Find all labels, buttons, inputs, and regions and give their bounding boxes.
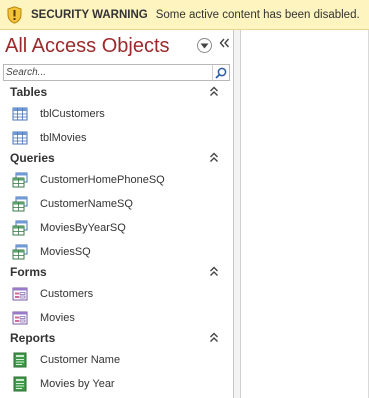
nav-item-moviesbyyearsq[interactable]: MoviesByYearSQ — [0, 217, 234, 239]
nav-item-movies-by-year-report[interactable]: Movies by Year — [0, 373, 234, 395]
double-chevron-up-icon[interactable] — [209, 86, 219, 97]
security-warning-title: SECURITY WARNING — [31, 8, 148, 21]
nav-item-label: MoviesSQ — [40, 246, 91, 258]
query-icon — [12, 196, 28, 212]
report-icon — [12, 352, 28, 368]
group-header-reports[interactable]: Reports — [0, 328, 234, 348]
nav-item-label: tblCustomers — [40, 108, 105, 120]
nav-item-customernamesq[interactable]: CustomerNameSQ — [0, 193, 234, 215]
nav-item-moviessq[interactable]: MoviesSQ — [0, 241, 234, 263]
nav-item-tblcustomers[interactable]: tblCustomers — [0, 103, 234, 125]
group-label: Reports — [10, 331, 56, 345]
nav-item-label: MoviesByYearSQ — [40, 222, 126, 234]
nav-search-box[interactable] — [3, 64, 230, 81]
nav-item-label: Movies — [40, 312, 75, 324]
nav-item-label: Customers — [40, 288, 94, 300]
query-icon — [12, 172, 28, 188]
query-icon — [12, 244, 28, 260]
chevron-down-icon — [200, 43, 209, 48]
double-chevron-up-icon[interactable] — [209, 332, 219, 343]
nav-item-movies-form[interactable]: Movies — [0, 307, 234, 329]
group-header-tables[interactable]: Tables — [0, 82, 234, 102]
double-chevron-up-icon[interactable] — [209, 152, 219, 163]
nav-item-label: CustomerNameSQ — [40, 198, 133, 210]
table-icon — [12, 106, 28, 122]
group-header-forms[interactable]: Forms — [0, 262, 234, 282]
nav-item-label: CustomerHomePhoneSQ — [40, 174, 165, 186]
security-warning-text: Some active content has been disabled. — [155, 8, 360, 21]
nav-item-label: Movies by Year — [40, 378, 115, 390]
nav-item-label: Customer Name — [40, 354, 121, 366]
double-chevron-left-icon — [219, 38, 229, 48]
nav-pane-menu-button[interactable] — [197, 38, 212, 53]
form-icon — [12, 286, 28, 302]
group-label: Forms — [10, 265, 47, 279]
group-header-queries[interactable]: Queries — [0, 148, 234, 168]
security-warning-bar: SECURITY WARNING Some active content has… — [0, 0, 369, 30]
report-icon — [12, 376, 28, 392]
nav-pane-header[interactable]: All Access Objects — [0, 30, 234, 64]
search-input[interactable] — [4, 65, 212, 80]
search-icon — [215, 67, 227, 79]
group-label: Tables — [10, 85, 48, 99]
search-button[interactable] — [212, 65, 229, 80]
nav-item-tblmovies[interactable]: tblMovies — [0, 127, 234, 149]
query-icon — [12, 220, 28, 236]
nav-pane-title[interactable]: All Access Objects — [5, 35, 170, 58]
document-workspace — [241, 30, 369, 398]
nav-pane-splitter[interactable] — [234, 30, 241, 398]
shield-warning-icon — [7, 5, 22, 24]
nav-item-label: tblMovies — [40, 132, 87, 144]
navigation-pane: All Access Objects Tables tblCustomer — [0, 30, 234, 398]
nav-item-customerhomephonesq[interactable]: CustomerHomePhoneSQ — [0, 169, 234, 191]
double-chevron-up-icon[interactable] — [209, 266, 219, 277]
table-icon — [12, 130, 28, 146]
group-label: Queries — [10, 151, 55, 165]
nav-item-customer-name-report[interactable]: Customer Name — [0, 349, 234, 371]
shutter-bar-close-button[interactable] — [217, 36, 231, 52]
form-icon — [12, 310, 28, 326]
nav-item-customers-form[interactable]: Customers — [0, 283, 234, 305]
